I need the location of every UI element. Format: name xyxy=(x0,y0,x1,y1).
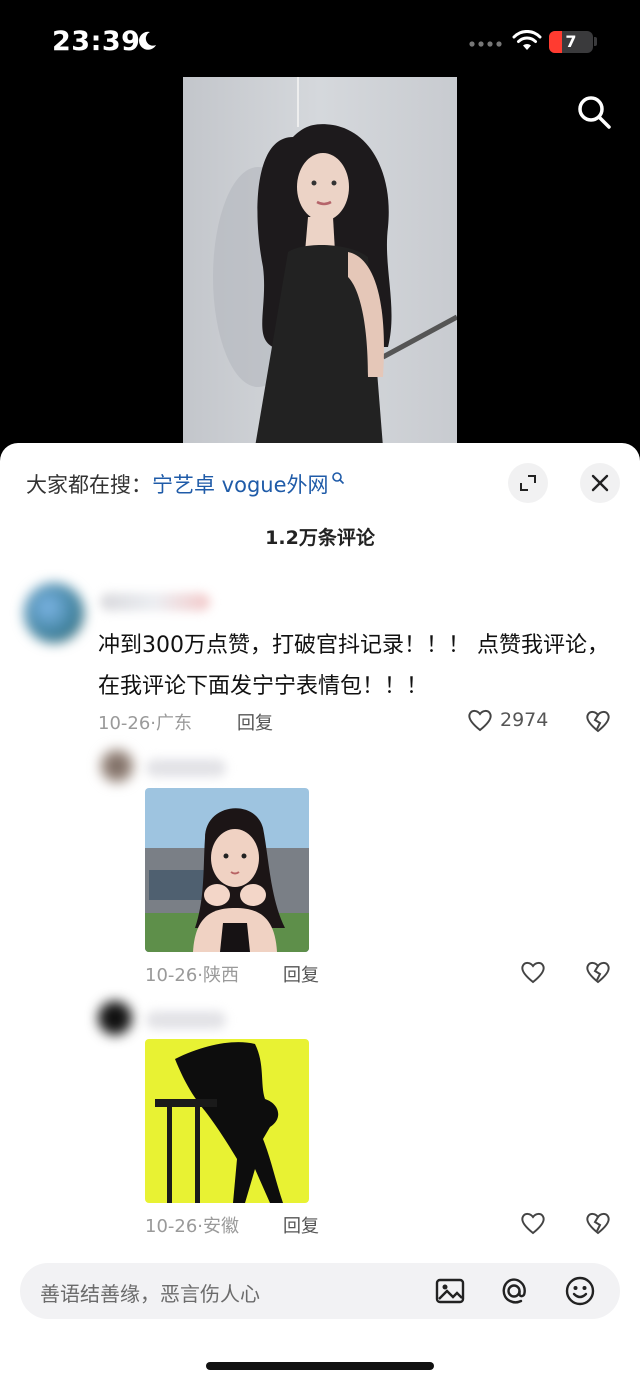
emoji-icon[interactable] xyxy=(564,1275,596,1307)
reply-button[interactable]: 回复 xyxy=(283,961,319,987)
comment-meta: 10-26·安徽 xyxy=(145,1216,240,1237)
sticker-image[interactable] xyxy=(145,788,309,952)
status-time: 23:39 xyxy=(52,26,141,57)
trending-search[interactable]: 大家都在搜：宁艺卓 vogue外网 xyxy=(26,469,345,499)
moon-icon xyxy=(139,31,156,50)
battery-indicator: 7 xyxy=(549,31,593,53)
battery-level: 7 xyxy=(565,32,577,51)
sticker-image[interactable] xyxy=(145,1039,309,1203)
expand-button[interactable] xyxy=(508,463,548,503)
image-icon[interactable] xyxy=(434,1275,466,1307)
reply-button[interactable]: 回复 xyxy=(237,709,273,735)
avatar[interactable] xyxy=(24,583,84,643)
video-frame xyxy=(183,77,457,447)
close-button[interactable] xyxy=(580,463,620,503)
broken-heart-icon[interactable] xyxy=(584,958,612,986)
comment-count: 1.2万条评论 xyxy=(265,527,375,549)
like-count: 2974 xyxy=(500,709,549,731)
comment-sheet: 大家都在搜：宁艺卓 vogue外网 1.2万条评论 冲到300万点赞，打破官抖记… xyxy=(0,443,640,1385)
username[interactable] xyxy=(146,1011,226,1029)
search-icon[interactable] xyxy=(574,92,614,132)
avatar[interactable] xyxy=(100,749,134,783)
comment-input-placeholder: 善语结善缘，恶言伤人心 xyxy=(40,1282,260,1306)
comment-text: 冲到300万点赞，打破官抖记录！！！ 点赞我评论，在我评论下面发宁宁表情包！！！ xyxy=(98,633,609,699)
comment-input[interactable]: 善语结善缘，恶言伤人心 xyxy=(20,1263,620,1319)
comment-meta: 10-26·广东 xyxy=(98,713,193,734)
sticker-silhouette-image xyxy=(145,1039,309,1203)
wifi-icon xyxy=(512,30,542,50)
home-indicator xyxy=(206,1362,434,1370)
battery-cap xyxy=(594,37,597,46)
username[interactable] xyxy=(146,759,226,777)
cellular-signal-icon xyxy=(469,41,502,47)
broken-heart-icon[interactable] xyxy=(584,707,612,735)
video-player[interactable] xyxy=(183,77,457,447)
comment-meta: 10-26·陕西 xyxy=(145,965,240,986)
broken-heart-icon[interactable] xyxy=(584,1209,612,1237)
close-icon xyxy=(591,474,609,492)
heart-icon xyxy=(468,709,492,732)
heart-icon[interactable] xyxy=(519,958,547,986)
expand-icon xyxy=(520,475,536,491)
username[interactable] xyxy=(100,593,210,611)
search-icon xyxy=(331,472,344,485)
trending-search-prefix: 大家都在搜： xyxy=(26,473,152,497)
status-bar: 23:39 7 xyxy=(0,0,640,80)
sticker-girl-image xyxy=(145,788,309,952)
at-sign-icon[interactable] xyxy=(498,1275,530,1307)
like-button[interactable]: 2974 xyxy=(466,706,548,734)
reply-button[interactable]: 回复 xyxy=(283,1212,319,1238)
trending-search-term[interactable]: 宁艺卓 vogue外网 xyxy=(152,473,329,497)
heart-icon[interactable] xyxy=(519,1209,547,1237)
avatar[interactable] xyxy=(98,1001,132,1035)
